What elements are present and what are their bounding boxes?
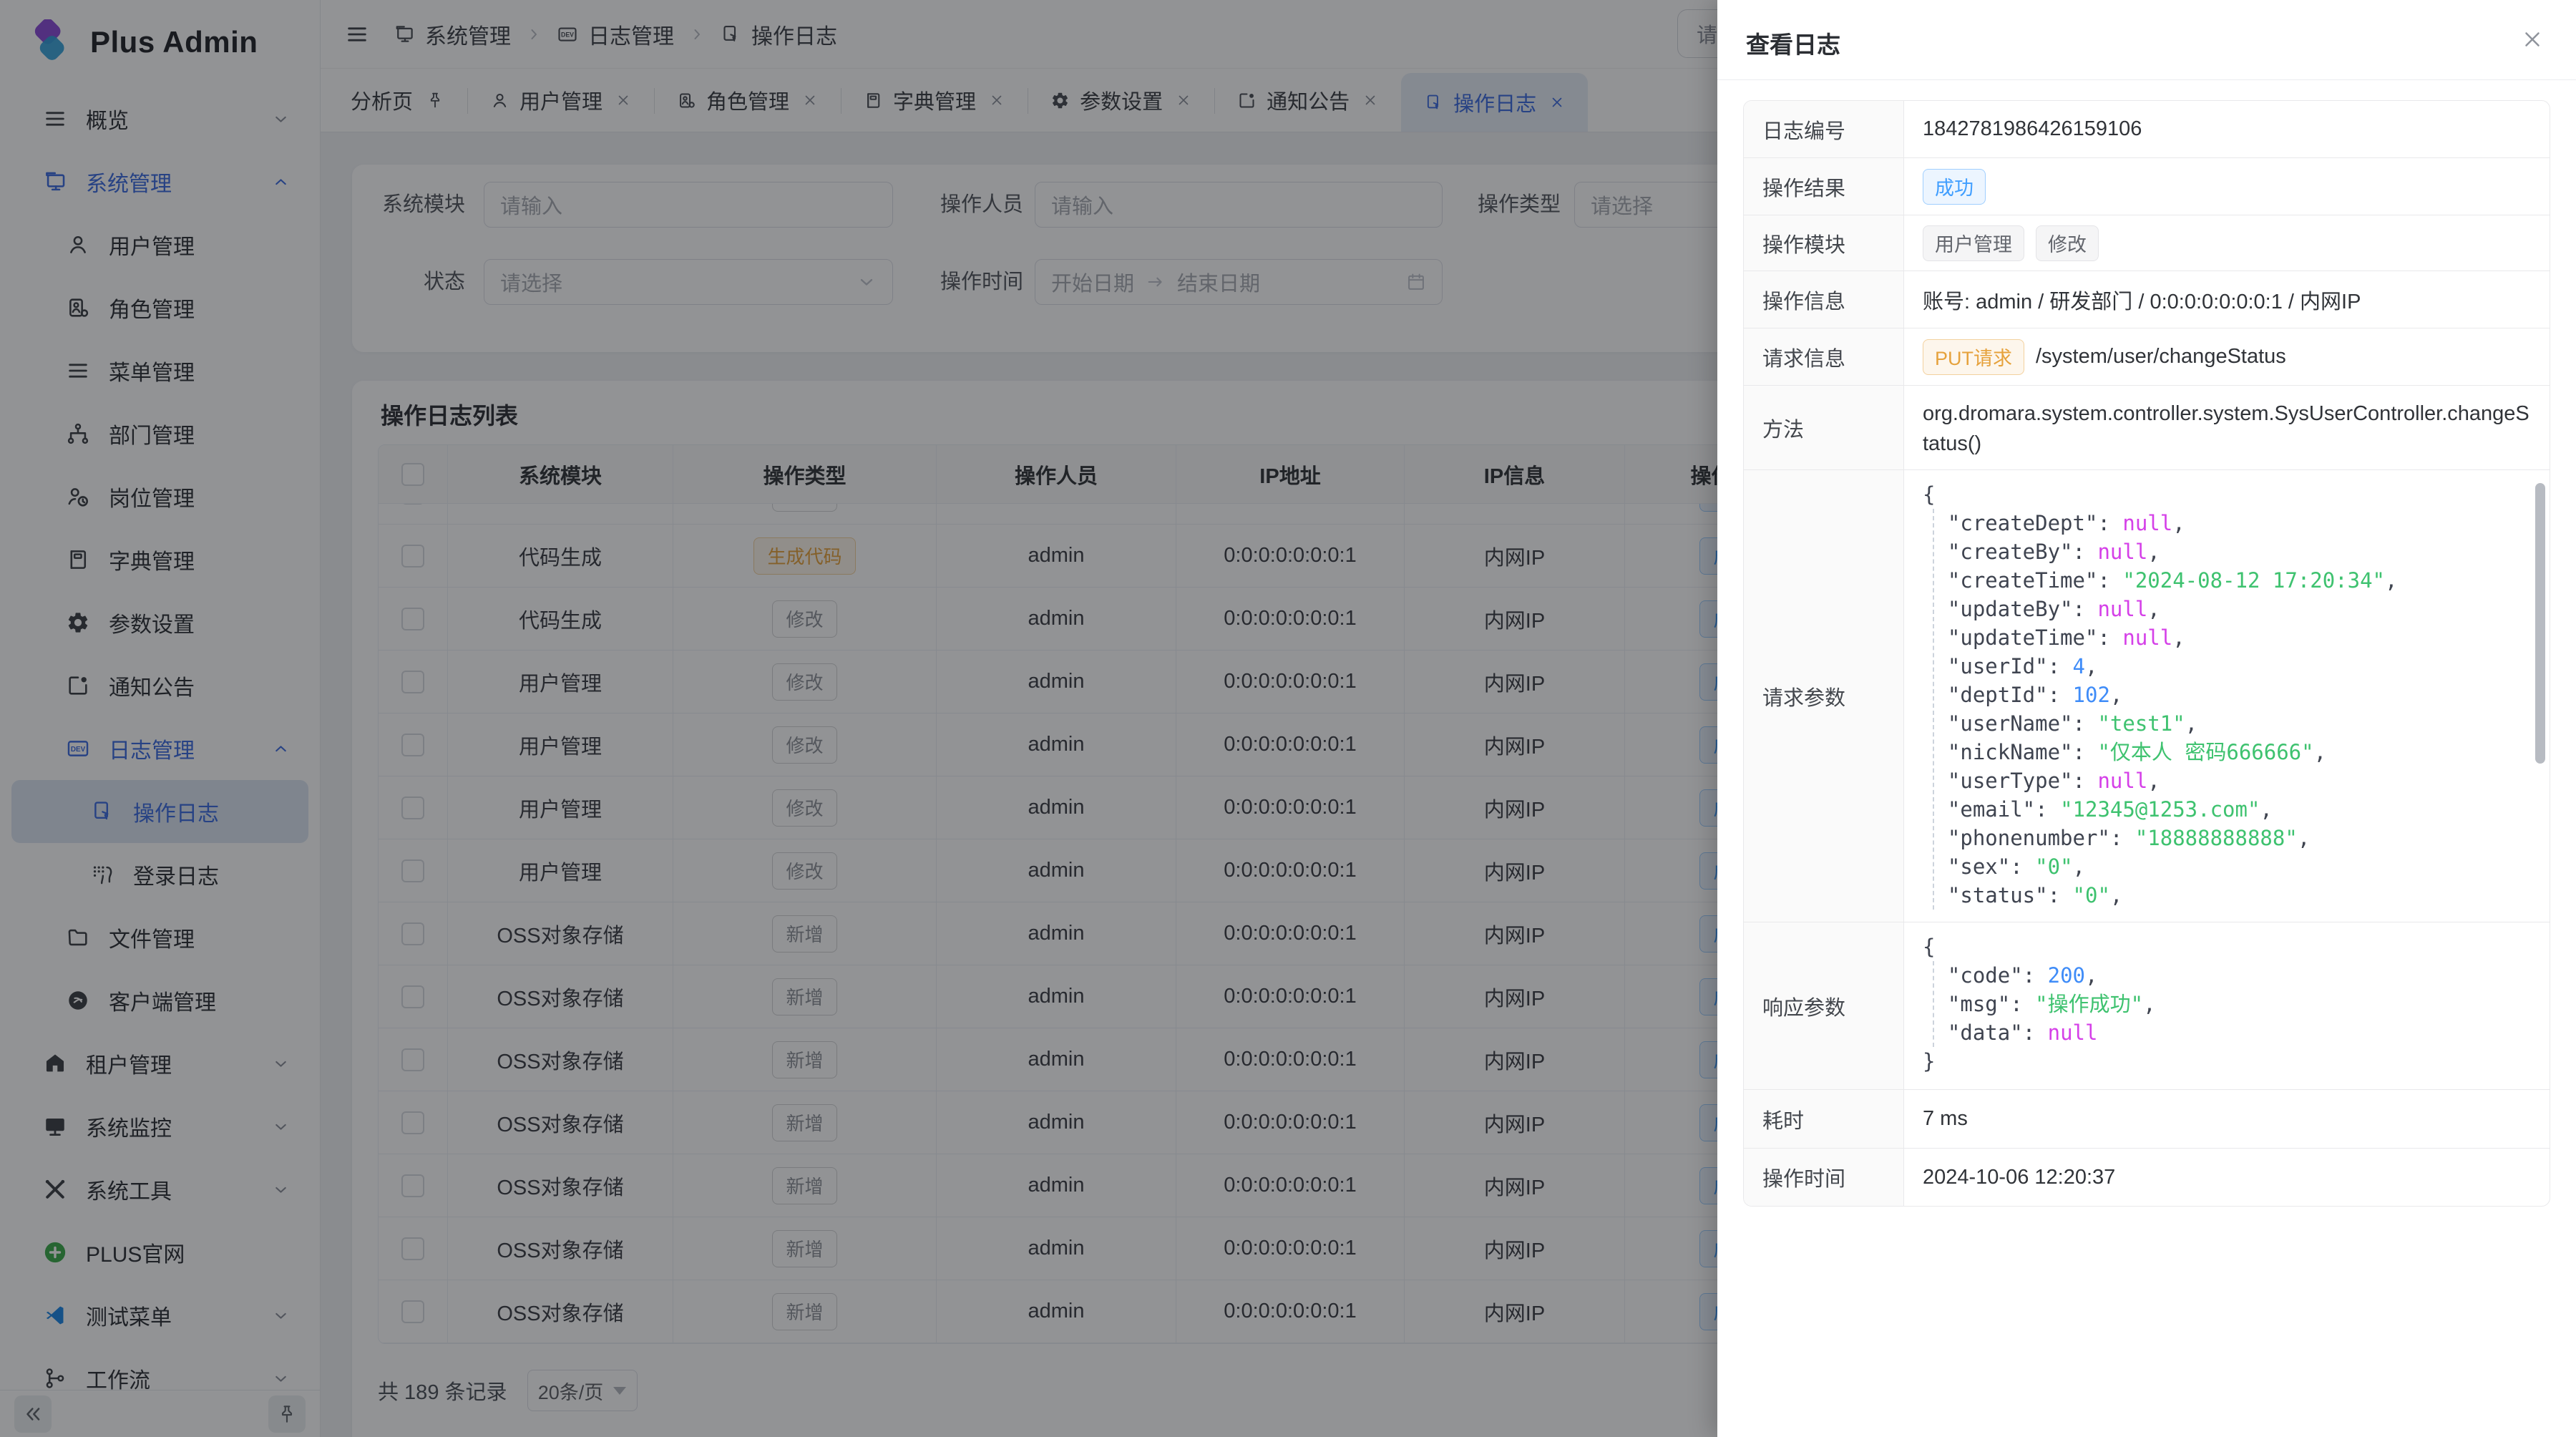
- detail-row-request: 请求信息 PUT请求 /system/user/changeStatus: [1744, 328, 2550, 386]
- detail-row-info: 操作信息 账号: admin / 研发部门 / 0:0:0:0:0:0:0:1 …: [1744, 271, 2550, 328]
- detail-row-result: 操作结果 成功: [1744, 158, 2550, 215]
- result-tag: 成功: [1923, 169, 1986, 205]
- detail-row-duration: 耗时 7 ms: [1744, 1090, 2550, 1149]
- operation-time-value: 2024-10-06 12:20:37: [1904, 1149, 2550, 1206]
- detail-row-response: 响应参数 { "code": 200, "msg": "操作成功", "data…: [1744, 922, 2550, 1090]
- drawer-title: 查看日志: [1746, 26, 1840, 60]
- log-detail-table: 日志编号 1842781986426159106 操作结果 成功 操作模块 用户…: [1743, 100, 2550, 1207]
- modal-overlay[interactable]: [0, 0, 1717, 1437]
- detail-row-method: 方法 org.dromara.system.controller.system.…: [1744, 386, 2550, 470]
- module-tag: 用户管理: [1923, 225, 2024, 261]
- response-json: { "code": 200, "msg": "操作成功", "data": nu…: [1904, 922, 2550, 1089]
- drawer-header: 查看日志: [1717, 0, 2576, 80]
- detail-row-module: 操作模块 用户管理修改: [1744, 215, 2550, 271]
- log-id-value: 1842781986426159106: [1904, 101, 2550, 157]
- close-icon[interactable]: [2520, 27, 2545, 52]
- method-value: org.dromara.system.controller.system.Sys…: [1904, 386, 2550, 469]
- detail-row-request-params: 请求参数 { "createDept": null, "createBy": n…: [1744, 470, 2550, 922]
- detail-row-time: 操作时间 2024-10-06 12:20:37: [1744, 1149, 2550, 1206]
- scrollbar-thumb[interactable]: [2535, 483, 2545, 764]
- request-method-tag: PUT请求: [1923, 339, 2024, 375]
- operation-info-value: 账号: admin / 研发部门 / 0:0:0:0:0:0:0:1 / 内网I…: [1904, 271, 2550, 328]
- detail-row-log-id: 日志编号 1842781986426159106: [1744, 101, 2550, 158]
- view-log-drawer: 查看日志 日志编号 1842781986426159106 操作结果 成功 操作…: [1717, 0, 2576, 1437]
- request-params-json: { "createDept": null, "createBy": null, …: [1904, 470, 2550, 922]
- request-url: /system/user/changeStatus: [2036, 345, 2286, 369]
- module-tags: 用户管理修改: [1904, 215, 2550, 271]
- duration-value: 7 ms: [1904, 1090, 2550, 1148]
- module-tag: 修改: [2036, 225, 2099, 261]
